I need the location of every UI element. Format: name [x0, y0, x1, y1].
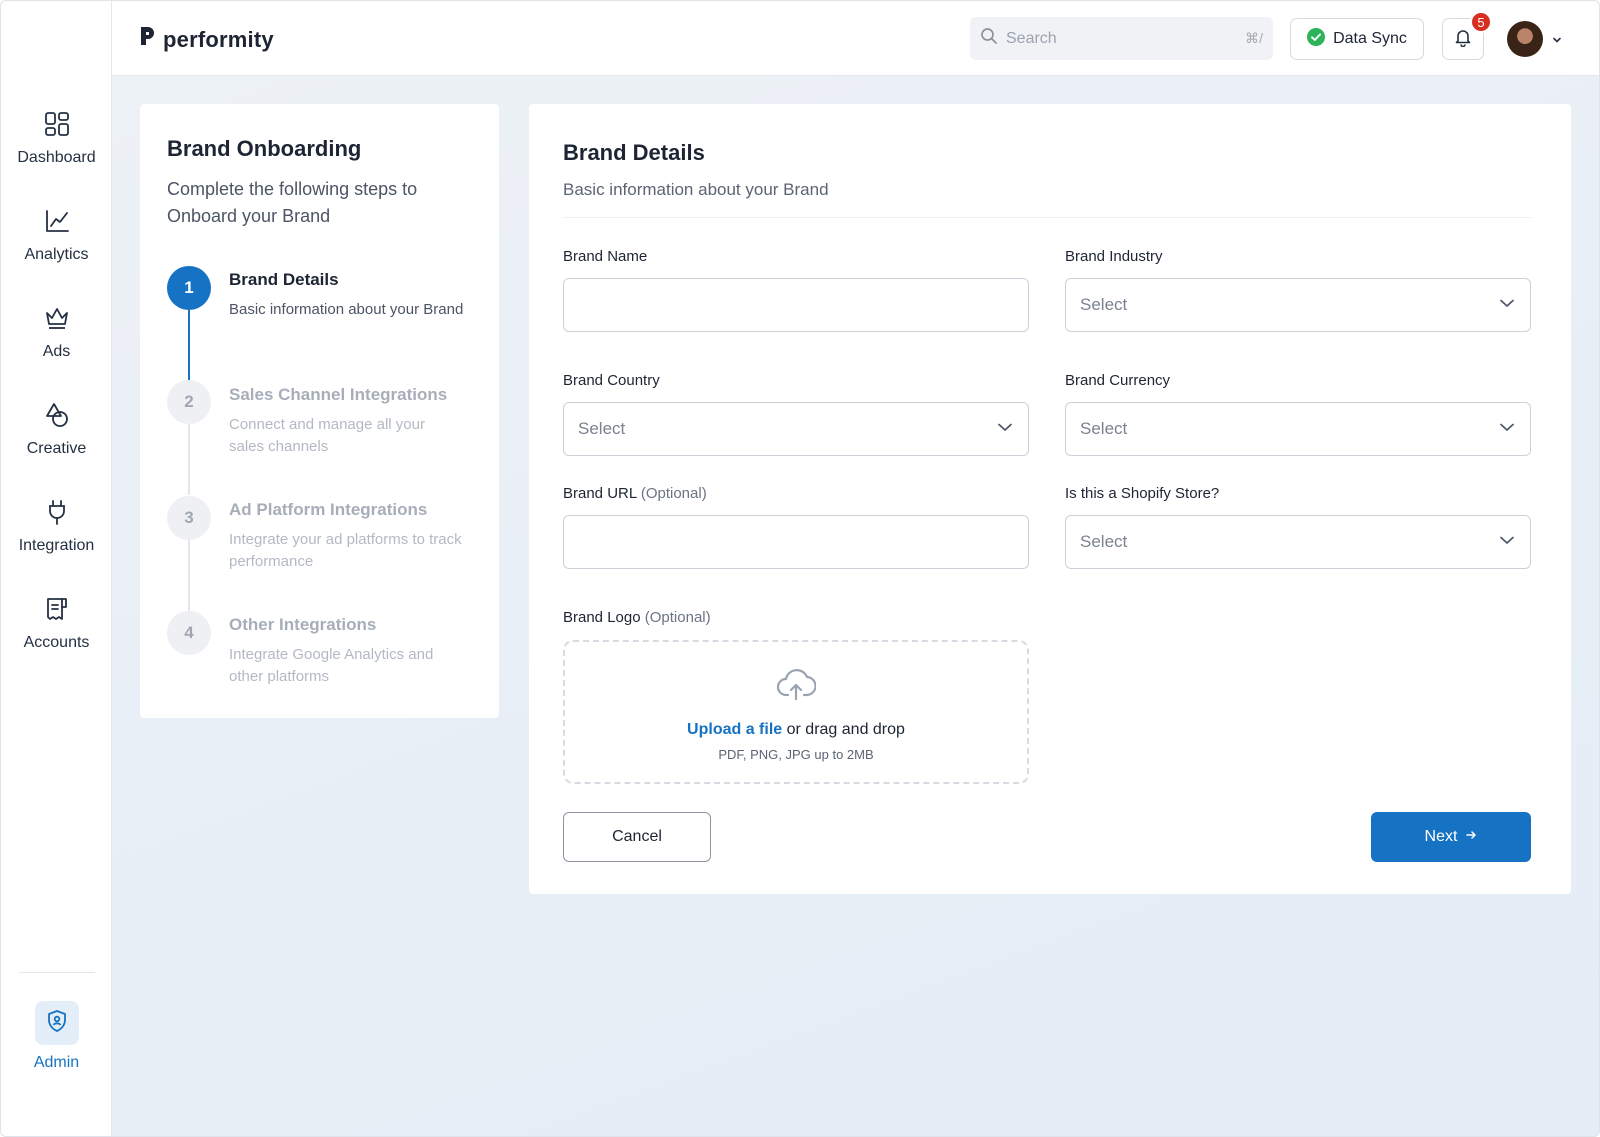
step-description: Integrate your ad platforms to track per…	[229, 531, 462, 570]
brand-currency-label: Brand Currency	[1065, 372, 1171, 389]
shopify-store-label: Is this a Shopify Store?	[1065, 485, 1220, 502]
next-button-label: Next	[1424, 828, 1458, 845]
upload-file-link[interactable]: Upload a file	[687, 721, 782, 738]
sidebar-item-admin-label: Admin	[33, 1054, 80, 1071]
step-name[interactable]: Brand Details	[229, 270, 339, 290]
step-name[interactable]: Other Integrations	[229, 615, 376, 635]
chevron-down-icon	[996, 418, 1014, 441]
sidebar-divider	[19, 972, 95, 973]
arrow-right-icon	[1465, 828, 1477, 846]
brand-logo-label: Brand Logo (Optional)	[563, 609, 711, 626]
brand-industry-select[interactable]: Select	[1065, 278, 1531, 332]
brand-logo-label-text: Brand Logo	[563, 609, 641, 626]
sidebar-item-label: Dashboard	[17, 149, 96, 166]
step-description: Integrate Google Analytics and other pla…	[229, 646, 434, 685]
step-number[interactable]: 4	[167, 611, 211, 655]
select-value: Select	[578, 419, 626, 438]
form-title: Brand Details	[563, 140, 705, 165]
chevron-down-icon[interactable]	[1551, 33, 1563, 51]
data-sync-label: Data Sync	[1333, 30, 1407, 47]
check-circle-icon	[1307, 27, 1326, 51]
step-name[interactable]: Ad Platform Integrations	[229, 500, 427, 520]
step-number[interactable]: 1	[167, 266, 211, 310]
onboarding-title: Brand Onboarding	[167, 136, 362, 161]
sidebar-item-ads[interactable]: Ads	[1, 303, 112, 383]
top-header: performity ⌘/ Data Sync	[112, 1, 1599, 76]
form-subtitle: Basic information about your Brand	[563, 180, 829, 199]
analytics-icon	[42, 206, 72, 236]
upload-drag-text: or drag and drop	[786, 721, 905, 738]
onboarding-subtitle: Complete the following steps to Onboard …	[167, 179, 418, 226]
brand-industry-label: Brand Industry	[1065, 248, 1163, 265]
cancel-button[interactable]: Cancel	[563, 812, 711, 862]
search-input[interactable]	[1006, 29, 1246, 48]
brand-country-select[interactable]: Select	[563, 402, 1029, 456]
bell-icon	[1453, 27, 1473, 52]
app-window: Dashboard Analytics Ads Creative Integra…	[0, 0, 1600, 1137]
sidebar-item-integration[interactable]: Integration	[1, 497, 112, 577]
logo-mark-icon	[139, 25, 157, 54]
brand-details-form: Brand Details Basic information about yo…	[529, 104, 1571, 894]
brand-country-label: Brand Country	[563, 372, 660, 389]
sidebar-item-analytics[interactable]: Analytics	[1, 206, 112, 286]
chevron-down-icon	[1498, 418, 1516, 441]
brand-url-label: Brand URL (Optional)	[563, 485, 707, 502]
user-avatar[interactable]	[1507, 21, 1543, 57]
sidebar: Dashboard Analytics Ads Creative Integra…	[1, 1, 112, 1136]
logo-dropzone[interactable]: Upload a file or drag and drop PDF, PNG,…	[563, 640, 1029, 784]
sidebar-item-label: Creative	[26, 440, 87, 457]
step-connector	[188, 539, 190, 611]
shopify-store-select[interactable]: Select	[1065, 515, 1531, 569]
step-connector-active	[188, 310, 190, 382]
step-number[interactable]: 3	[167, 496, 211, 540]
sidebar-item-label: Integration	[18, 537, 95, 554]
search-box[interactable]: ⌘/	[970, 17, 1273, 60]
optional-tag: (Optional)	[644, 609, 711, 626]
brand-url-label-text: Brand URL	[563, 485, 637, 502]
step-description: Connect and manage all your sales channe…	[229, 416, 425, 455]
step-connector	[188, 423, 190, 495]
dashboard-icon	[42, 109, 72, 139]
next-button[interactable]: Next	[1371, 812, 1531, 862]
cloud-upload-icon	[776, 668, 817, 707]
step-number[interactable]: 2	[167, 380, 211, 424]
brand-currency-select[interactable]: Select	[1065, 402, 1531, 456]
accounts-icon	[42, 594, 72, 624]
sidebar-item-accounts[interactable]: Accounts	[1, 594, 112, 674]
select-value: Select	[1080, 532, 1128, 551]
sidebar-item-label: Analytics	[24, 246, 89, 263]
notification-count-badge: 5	[1470, 11, 1492, 33]
app-logo[interactable]: performity	[139, 25, 274, 54]
form-divider	[563, 217, 1531, 218]
brand-url-input[interactable]	[563, 515, 1029, 569]
search-icon	[980, 27, 998, 50]
step-description: Basic information about your Brand	[229, 301, 464, 318]
step-name[interactable]: Sales Channel Integrations	[229, 385, 447, 405]
search-shortcut: ⌘/	[1245, 30, 1263, 46]
onboarding-steps-card: Brand Onboarding Complete the following …	[140, 104, 499, 718]
upload-hint: PDF, PNG, JPG up to 2MB	[718, 747, 874, 762]
shield-user-icon	[45, 1009, 69, 1038]
chevron-down-icon	[1498, 531, 1516, 554]
data-sync-button[interactable]: Data Sync	[1290, 18, 1424, 60]
sidebar-item-dashboard[interactable]: Dashboard	[1, 109, 112, 189]
select-value: Select	[1080, 419, 1128, 438]
sidebar-item-label: Ads	[42, 343, 71, 360]
chevron-down-icon	[1498, 294, 1516, 317]
app-name: performity	[163, 26, 274, 52]
upload-instructions: Upload a file or drag and drop	[687, 721, 905, 739]
sidebar-item-label: Accounts	[23, 634, 90, 651]
select-value: Select	[1080, 295, 1128, 314]
brand-name-label: Brand Name	[563, 248, 648, 265]
sidebar-item-creative[interactable]: Creative	[1, 400, 112, 480]
sidebar-item-admin[interactable]	[35, 1001, 79, 1045]
shapes-icon	[42, 400, 72, 430]
plug-icon	[42, 497, 72, 527]
brand-name-input[interactable]	[563, 278, 1029, 332]
optional-tag: (Optional)	[640, 485, 707, 502]
crown-icon	[42, 303, 72, 333]
